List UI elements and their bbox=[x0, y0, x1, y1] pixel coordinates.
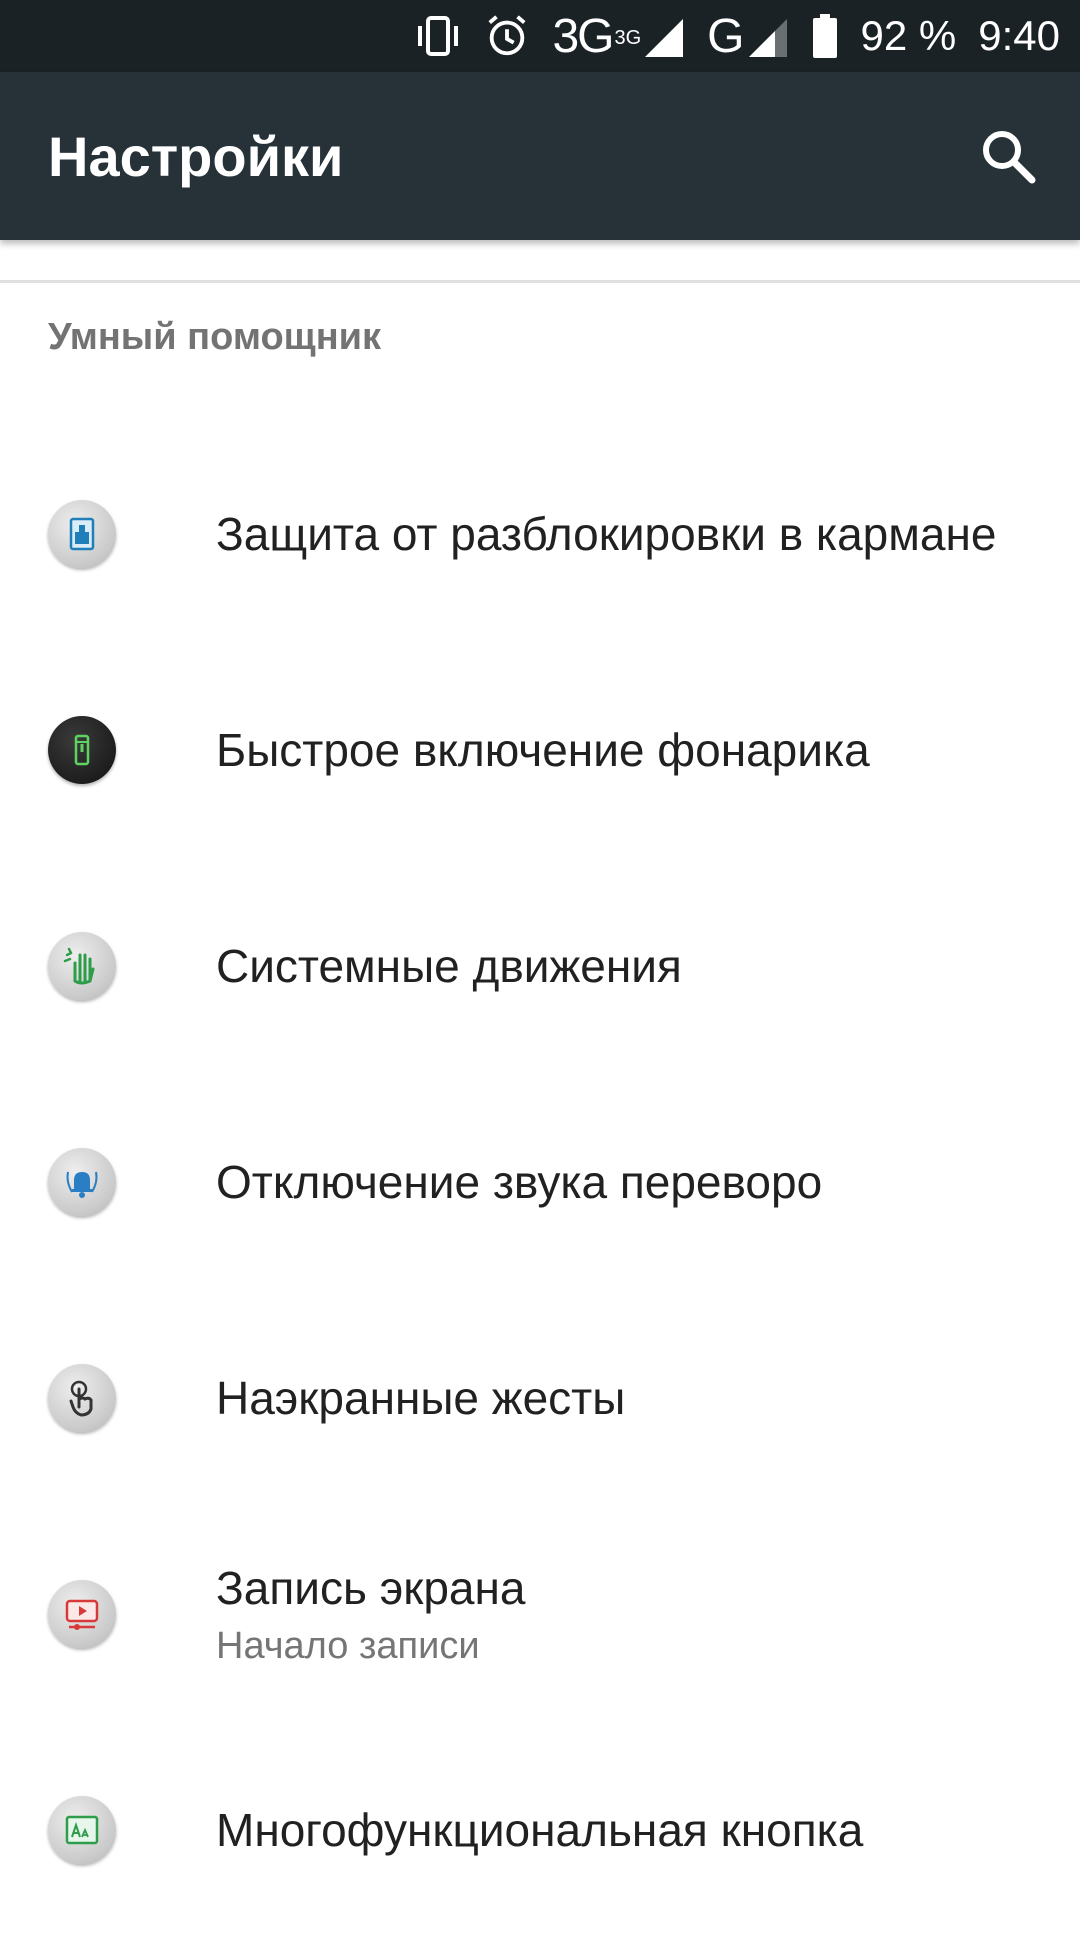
item-label: Запись экрана bbox=[216, 1561, 526, 1614]
item-label: Защита от разблокировки в кармане bbox=[216, 508, 997, 560]
settings-item-flip-mute[interactable]: Отключение звука переворо bbox=[0, 1074, 1080, 1290]
item-label-group: Запись экрана Начало записи bbox=[216, 1506, 525, 1722]
touch-gesture-icon bbox=[48, 1364, 116, 1432]
battery-level: 92 % bbox=[860, 12, 957, 59]
settings-item-system-motions[interactable]: Системные движения bbox=[0, 858, 1080, 1074]
section-title: Умный помощник bbox=[48, 316, 382, 358]
network-3g-sup: 3G bbox=[614, 26, 642, 49]
search-icon bbox=[983, 131, 1036, 184]
item-sublabel: Начало записи bbox=[216, 1624, 480, 1667]
clock: 9:40 bbox=[978, 12, 1060, 59]
flashlight-icon bbox=[48, 716, 116, 784]
settings-item-pocket-lock[interactable]: Защита от разблокировки в кармане bbox=[0, 426, 1080, 642]
item-label: Быстрое включение фонарика bbox=[216, 724, 870, 776]
item-label: Системные движения bbox=[216, 940, 682, 992]
battery-icon bbox=[811, 12, 839, 60]
item-label: Многофункциональная кнопка bbox=[216, 1804, 864, 1856]
pocket-lock-icon bbox=[48, 500, 116, 568]
hand-gesture-icon bbox=[48, 932, 116, 1000]
signal-g-icon: G bbox=[707, 9, 788, 64]
item-label: Наэкранные жесты bbox=[216, 1372, 626, 1424]
settings-item-multifunction-button[interactable]: Многофункциональная кнопка bbox=[0, 1722, 1080, 1938]
flip-mute-icon bbox=[48, 1148, 116, 1216]
vibrate-icon bbox=[414, 12, 462, 60]
alarm-icon bbox=[484, 13, 530, 59]
app-bar: Настройки bbox=[0, 72, 1080, 240]
item-label: Отключение звука переворо bbox=[216, 1156, 823, 1208]
settings-item-flashlight[interactable]: Быстрое включение фонарика bbox=[0, 642, 1080, 858]
signal-3g-icon: 3G 3G bbox=[552, 9, 685, 64]
status-bar: 3G 3G G 92 % 9:40 bbox=[0, 0, 1080, 72]
screen-record-icon bbox=[48, 1580, 116, 1648]
network-3g-label: 3G bbox=[552, 9, 614, 63]
multifunction-button-icon bbox=[48, 1796, 116, 1864]
search-button[interactable] bbox=[976, 124, 1040, 188]
divider bbox=[0, 280, 1080, 283]
settings-item-screen-record[interactable]: Запись экрана Начало записи bbox=[0, 1506, 1080, 1722]
network-g-label: G bbox=[707, 9, 744, 63]
settings-item-screen-gestures[interactable]: Наэкранные жесты bbox=[0, 1290, 1080, 1506]
page-title: Настройки bbox=[48, 124, 344, 188]
